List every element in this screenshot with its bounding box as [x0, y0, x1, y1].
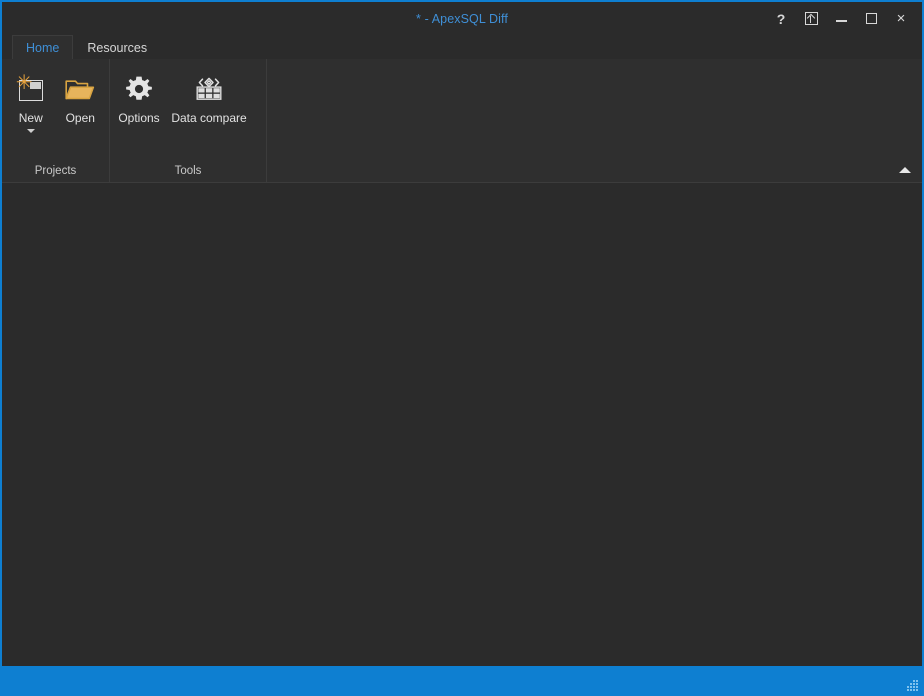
status-bar	[2, 666, 922, 694]
title-bar[interactable]: * - ApexSQL Diff ? ×	[2, 2, 922, 35]
new-project-button[interactable]: ✳ New	[6, 65, 56, 136]
ribbon-group-projects: ✳ New Open Projects	[2, 59, 110, 182]
collapse-ribbon-button[interactable]	[896, 161, 914, 179]
application-window: * - ApexSQL Diff ? × Home Resource	[0, 0, 924, 696]
main-content-area	[2, 183, 922, 666]
resize-grip-icon[interactable]	[907, 680, 919, 692]
tab-resources[interactable]: Resources	[73, 35, 161, 59]
new-project-label: New	[19, 111, 43, 125]
close-icon: ×	[897, 10, 906, 27]
chevron-up-icon	[899, 167, 911, 173]
data-compare-glyph	[194, 72, 224, 106]
open-project-button[interactable]: Open	[56, 65, 106, 131]
data-compare-grid-icon	[194, 75, 224, 103]
window-controls: ? ×	[766, 2, 916, 35]
ribbon-group-tools-label: Tools	[110, 160, 266, 182]
tab-home[interactable]: Home	[12, 35, 73, 59]
new-project-glyph: ✳	[17, 72, 45, 106]
open-folder-icon	[65, 77, 95, 101]
pin-ribbon-button[interactable]	[796, 6, 826, 32]
ribbon-group-tools: Options	[110, 59, 267, 182]
ribbon-tabstrip: Home Resources	[2, 35, 922, 59]
open-project-glyph	[65, 72, 95, 106]
ribbon-group-projects-items: ✳ New Open	[2, 59, 109, 160]
ribbon-empty-area	[267, 59, 922, 182]
maximize-icon	[866, 13, 877, 24]
chevron-down-icon[interactable]	[27, 129, 35, 133]
gear-icon	[125, 75, 153, 103]
ribbon-group-projects-label: Projects	[2, 160, 109, 182]
data-compare-label: Data compare	[171, 111, 246, 125]
question-mark-icon: ?	[777, 11, 786, 27]
data-compare-button[interactable]: Data compare	[164, 65, 254, 131]
options-label: Options	[118, 111, 159, 125]
new-project-icon: ✳	[17, 76, 45, 102]
sparkle-icon: ✳	[16, 73, 33, 93]
help-button[interactable]: ?	[766, 6, 796, 32]
open-project-label: Open	[66, 111, 95, 125]
tab-home-label: Home	[26, 41, 59, 55]
ribbon-panel: ✳ New Open Projects	[2, 58, 922, 183]
ribbon-group-tools-items: Options	[110, 59, 266, 160]
options-button[interactable]: Options	[114, 65, 164, 131]
maximize-button[interactable]	[856, 6, 886, 32]
close-button[interactable]: ×	[886, 6, 916, 32]
minimize-button[interactable]	[826, 6, 856, 32]
minimize-icon	[836, 20, 847, 22]
tab-resources-label: Resources	[87, 41, 147, 55]
pin-up-arrow-icon	[805, 12, 818, 25]
options-glyph	[125, 72, 153, 106]
